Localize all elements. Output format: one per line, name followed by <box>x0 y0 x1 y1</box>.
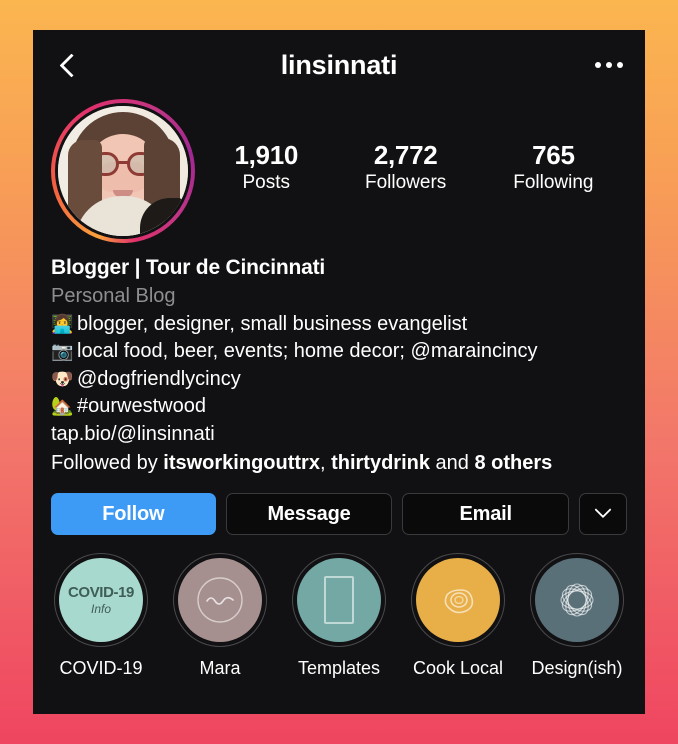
bio-section: Blogger | Tour de Cincinnati Personal Bl… <box>33 240 645 477</box>
highlight-label: Cook Local <box>412 658 504 679</box>
follow-button[interactable]: Follow <box>51 493 216 536</box>
external-link[interactable]: tap.bio/@linsinnati <box>51 421 627 449</box>
followers-count: 2,772 <box>373 139 438 170</box>
stats-row: 1,910 Posts 2,772 Followers 765 Followin… <box>195 139 627 202</box>
avatar-story-ring[interactable] <box>51 99 195 243</box>
highlight-designish[interactable]: Design(ish) <box>525 553 629 679</box>
highlight-mara[interactable]: Mara <box>168 553 272 679</box>
bio-line: 🏡 #ourwestwood <box>51 393 627 421</box>
highlight-cover: COVID-19 Info <box>59 558 143 643</box>
highlight-cook-local[interactable]: Cook Local <box>406 553 510 679</box>
avatar <box>55 103 191 239</box>
instagram-profile-screen: linsinnati 1,910 Posts 2,772 Followers 7… <box>33 30 645 714</box>
account-category: Personal Blog <box>51 284 176 307</box>
mutual-follower-2[interactable]: thirtydrink <box>331 452 430 474</box>
highlight-ring <box>411 553 505 648</box>
dot <box>595 62 601 68</box>
followers-label: Followers <box>364 171 447 193</box>
house-emoji-icon: 🏡 <box>51 396 74 418</box>
spirograph-icon <box>560 583 594 617</box>
woman-technologist-emoji-icon: 👩‍💻 <box>51 313 74 335</box>
fried-egg-icon <box>444 589 474 614</box>
more-actions-button[interactable] <box>579 493 628 536</box>
wave-monogram-icon <box>197 577 243 623</box>
bio-line: 🐶 @dogfriendlycincy <box>51 366 627 394</box>
followed-by-prefix: Followed by <box>51 451 164 474</box>
message-button[interactable]: Message <box>225 493 393 536</box>
highlight-label: Templates <box>297 658 381 679</box>
back-chevron-icon[interactable] <box>55 52 81 78</box>
highlight-ring <box>173 553 267 648</box>
highlight-covid-19[interactable]: COVID-19 Info COVID-19 <box>49 553 153 679</box>
covid-cover-title: COVID-19 <box>68 584 134 602</box>
highlight-cover <box>535 558 619 643</box>
bio-line-text: #ourwestwood <box>77 395 206 418</box>
stat-following[interactable]: 765 Following <box>513 139 594 196</box>
covid-cover-subtitle: Info <box>90 602 111 617</box>
posts-count: 1,910 <box>234 139 299 170</box>
highlight-label: COVID-19 <box>59 658 143 679</box>
bio-line-text: local food, beer, events; home decor; @m… <box>77 340 538 363</box>
highlight-ring <box>530 553 624 648</box>
rectangle-frame-icon <box>324 576 354 625</box>
page-title: linsinnati <box>280 49 398 80</box>
mutual-follower-1[interactable]: itsworkingouttrx <box>163 452 320 474</box>
dot <box>617 62 623 68</box>
bio-line-text: blogger, designer, small business evange… <box>77 312 468 335</box>
bio-line: 📷 local food, beer, events; home decor; @… <box>51 338 627 366</box>
display-name: Blogger | Tour de Cincinnati <box>51 256 326 279</box>
highlight-cover <box>178 558 262 643</box>
conjunction: and <box>429 451 475 474</box>
portrait-glasses-bridge <box>117 161 129 164</box>
dog-emoji-icon: 🐶 <box>51 368 74 390</box>
separator: , <box>319 451 332 474</box>
highlight-templates[interactable]: Templates <box>287 553 391 679</box>
camera-emoji-icon: 📷 <box>51 341 74 363</box>
others-count[interactable]: 8 others <box>474 452 552 474</box>
story-highlights-row: COVID-19 Info COVID-19 Mara Templates Co… <box>33 535 645 679</box>
highlight-ring: COVID-19 Info <box>54 553 148 648</box>
covid-info-cover: COVID-19 Info <box>68 585 134 615</box>
highlight-label: Design(ish) <box>531 658 623 679</box>
profile-summary-row: 1,910 Posts 2,772 Followers 765 Followin… <box>33 99 645 243</box>
email-button[interactable]: Email <box>402 493 570 536</box>
app-header: linsinnati <box>33 30 645 100</box>
highlight-cover <box>297 558 381 643</box>
more-options-icon[interactable] <box>595 62 623 68</box>
stat-followers[interactable]: 2,772 Followers <box>364 139 447 196</box>
followed-by-text: Followed by itsworkingouttrx, thirtydrin… <box>51 450 627 478</box>
chevron-down-icon <box>594 501 612 519</box>
following-label: Following <box>513 171 594 193</box>
highlight-label: Mara <box>199 658 241 679</box>
following-count: 765 <box>532 139 575 170</box>
action-buttons-row: Follow Message Email <box>33 477 645 536</box>
highlight-ring <box>292 553 386 648</box>
stat-posts[interactable]: 1,910 Posts <box>234 139 299 196</box>
bio-line-text: @dogfriendlycincy <box>77 367 241 390</box>
posts-label: Posts <box>242 171 291 193</box>
highlight-cover <box>416 558 500 643</box>
bio-line: 👩‍💻 blogger, designer, small business eva… <box>51 311 627 339</box>
dot <box>606 62 612 68</box>
